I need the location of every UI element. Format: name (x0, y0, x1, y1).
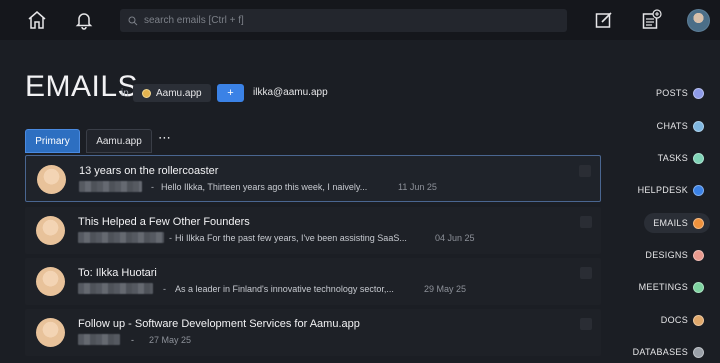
nav-item-meetings[interactable]: MEETINGS (639, 277, 704, 297)
nav-label: MEETINGS (638, 282, 688, 292)
separator: - (151, 182, 154, 192)
separator: - (163, 284, 166, 294)
docs-icon (693, 314, 704, 326)
nav-item-chats[interactable]: CHATS (657, 116, 704, 136)
add-workspace-button[interactable]: + (217, 84, 244, 102)
top-bar (0, 0, 720, 40)
nav-item-databases[interactable]: DATABASES (633, 342, 704, 362)
search-bar[interactable] (120, 9, 567, 32)
email-date: 27 May 25 (149, 335, 192, 345)
nav-label: TASKS (657, 153, 688, 163)
chats-icon (693, 120, 704, 132)
nav-item-tasks[interactable]: TASKS (658, 148, 704, 168)
email-subject: 13 years on the rollercoaster (79, 165, 219, 177)
posts-icon (693, 87, 704, 99)
designs-icon (693, 249, 704, 261)
email-date: 29 May 25 (424, 284, 467, 294)
separator: - (169, 233, 172, 243)
workspace-logo-icon (142, 88, 151, 98)
tabs-more-button[interactable]: ⋯ (158, 130, 172, 146)
email-row[interactable]: To: Ilkka Huotari - As a leader in Finla… (25, 258, 601, 305)
emails-icon (693, 217, 704, 229)
email-subject: Follow up - Software Development Service… (78, 318, 360, 330)
email-date: 04 Jun 25 (435, 233, 475, 243)
nav-item-helpdesk[interactable]: HELPDESK (638, 180, 704, 200)
sender-name-blurred (78, 232, 164, 243)
select-checkbox[interactable] (579, 165, 591, 177)
nav-label: DESIGNS (645, 250, 688, 260)
sender-name-blurred (78, 334, 120, 345)
helpdesk-icon (693, 184, 704, 196)
email-preview: As a leader in Finland's innovative tech… (175, 284, 394, 294)
nav-item-designs[interactable]: DESIGNS (645, 245, 704, 265)
select-checkbox[interactable] (580, 216, 592, 228)
email-subject: This Helped a Few Other Founders (78, 216, 250, 228)
in-label: in (121, 88, 129, 99)
nav-item-emails[interactable]: EMAILS (644, 213, 710, 233)
select-checkbox[interactable] (580, 267, 592, 279)
user-avatar[interactable] (687, 9, 710, 32)
nav-item-docs[interactable]: DOCS (661, 310, 704, 330)
nav-label: DATABASES (632, 347, 688, 357)
search-icon (128, 16, 138, 25)
bell-icon[interactable] (73, 9, 95, 31)
databases-icon (693, 346, 704, 358)
email-row[interactable]: Follow up - Software Development Service… (25, 309, 601, 356)
sender-avatar (36, 267, 65, 296)
home-icon[interactable] (26, 9, 48, 31)
email-date: 11 Jun 25 (398, 182, 437, 192)
nav-label: DOCS (660, 315, 688, 325)
workspace-name: Aamu.app (156, 87, 202, 99)
nav-item-posts[interactable]: POSTS (656, 83, 704, 103)
nav-label: CHATS (656, 121, 688, 131)
workspace-selector[interactable]: Aamu.app (133, 84, 211, 102)
meetings-icon (693, 281, 704, 293)
email-preview: Hi Ilkka For the past few years, I've be… (175, 233, 407, 243)
tasks-icon (693, 152, 704, 164)
nav-label: EMAILS (653, 218, 688, 228)
new-note-icon[interactable] (641, 9, 663, 31)
separator: - (131, 335, 134, 345)
sender-avatar (36, 318, 65, 347)
sender-avatar (36, 216, 65, 245)
search-input[interactable] (144, 15, 544, 26)
email-preview: Hello Ilkka, Thirteen years ago this wee… (161, 182, 368, 192)
account-email: ilkka@aamu.app (253, 87, 328, 98)
compose-icon[interactable] (593, 9, 615, 31)
tab-aamu-app[interactable]: Aamu.app (86, 129, 152, 153)
email-subject: To: Ilkka Huotari (78, 267, 157, 279)
email-row[interactable]: This Helped a Few Other Founders - Hi Il… (25, 207, 601, 254)
sender-name-blurred (79, 181, 142, 192)
sender-avatar (37, 165, 66, 194)
nav-label: POSTS (655, 88, 688, 98)
email-row[interactable]: 13 years on the rollercoaster - Hello Il… (25, 155, 601, 202)
nav-label: HELPDESK (637, 185, 688, 195)
sender-name-blurred (78, 283, 153, 294)
tab-primary[interactable]: Primary (25, 129, 80, 153)
select-checkbox[interactable] (580, 318, 592, 330)
